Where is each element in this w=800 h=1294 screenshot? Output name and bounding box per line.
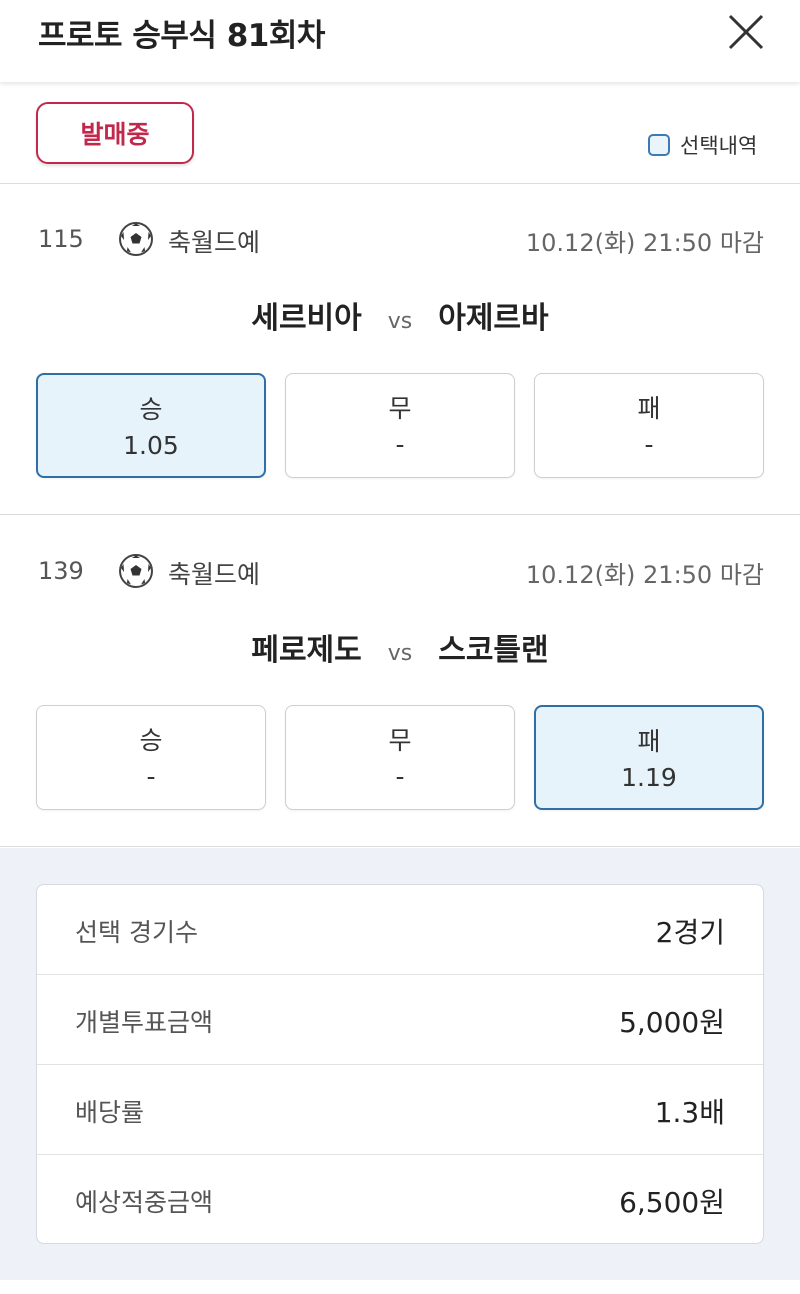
odds-value: - [146,762,156,791]
odds-button-lose[interactable]: 패 - [534,373,764,478]
selection-history-toggle[interactable]: 선택내역 [648,130,757,160]
odds-label: 승 [139,395,163,424]
odds-label: 패 [637,727,661,756]
status-row: 발매중 선택내역 [0,82,800,184]
league-name: 축월드예 [168,560,261,589]
vs-label: vs [387,309,413,334]
away-team: 스코틀랜 [438,633,549,668]
selection-checkbox[interactable] [648,134,670,156]
match-number: 115 [38,225,84,253]
home-team: 페로제도 [251,633,362,668]
summary-value: 6,500원 [619,1186,725,1219]
odds-label: 패 [637,394,661,423]
summary-label: 배당률 [75,1098,145,1127]
odds-button-win[interactable]: 승 - [36,705,266,810]
status-badge: 발매중 [36,102,194,164]
summary-value: 2경기 [655,916,725,949]
odds-button-win[interactable]: 승 1.05 [36,373,266,478]
home-team: 세르비아 [251,301,362,336]
odds-label: 승 [139,726,163,755]
league-name: 축월드예 [168,228,261,257]
odds-value: - [644,430,654,459]
selection-history-label: 선택내역 [680,134,758,158]
summary-value: 1.3배 [654,1096,725,1129]
odds-label: 무 [388,394,412,423]
match-deadline: 10.12(화) 21:50 마감 [525,229,764,257]
odds-button-draw[interactable]: 무 - [285,373,515,478]
match-card: 139 축월드예 10.12(화) 21:50 마감 페로제도 vs 스코틀랜 승 … [0,517,800,847]
match-teams: 세르비아 vs 아제르바 [0,293,800,337]
summary-label: 개별투표금액 [75,1008,214,1037]
match-deadline: 10.12(화) 21:50 마감 [525,561,764,589]
odds-label: 무 [388,726,412,755]
summary-label: 선택 경기수 [75,918,198,947]
match-teams: 페로제도 vs 스코틀랜 [0,625,800,669]
close-icon[interactable] [726,12,766,52]
match-card: 115 축월드예 10.12(화) 21:50 마감 세르비아 vs 아제르바 승 … [0,185,800,515]
odds-value: - [395,430,405,459]
summary-row-expected-payout: 예상적중금액 6,500원 [37,1155,763,1245]
away-team: 아제르바 [438,301,549,336]
summary-box: 선택 경기수 2경기 개별투표금액 5,000원 배당률 1.3배 예상적중금액… [36,884,764,1244]
odds-value: 1.19 [621,763,677,792]
odds-value: 1.05 [123,431,179,460]
summary-row-game-count: 선택 경기수 2경기 [37,885,763,975]
soccer-ball-icon [119,554,153,588]
page-title: 프로토 승부식 81회차 [38,18,325,54]
summary-area: 선택 경기수 2경기 개별투표금액 5,000원 배당률 1.3배 예상적중금액… [0,848,800,1280]
header-bar: 프로토 승부식 81회차 [0,0,800,82]
odds-button-lose[interactable]: 패 1.19 [534,705,764,810]
soccer-ball-icon [119,222,153,256]
summary-row-bet-amount: 개별투표금액 5,000원 [37,975,763,1065]
match-number: 139 [38,557,84,585]
summary-label: 예상적중금액 [75,1188,214,1217]
odds-value: - [395,762,405,791]
odds-button-draw[interactable]: 무 - [285,705,515,810]
summary-value: 5,000원 [619,1006,725,1039]
summary-row-odds: 배당률 1.3배 [37,1065,763,1155]
vs-label: vs [387,641,413,666]
